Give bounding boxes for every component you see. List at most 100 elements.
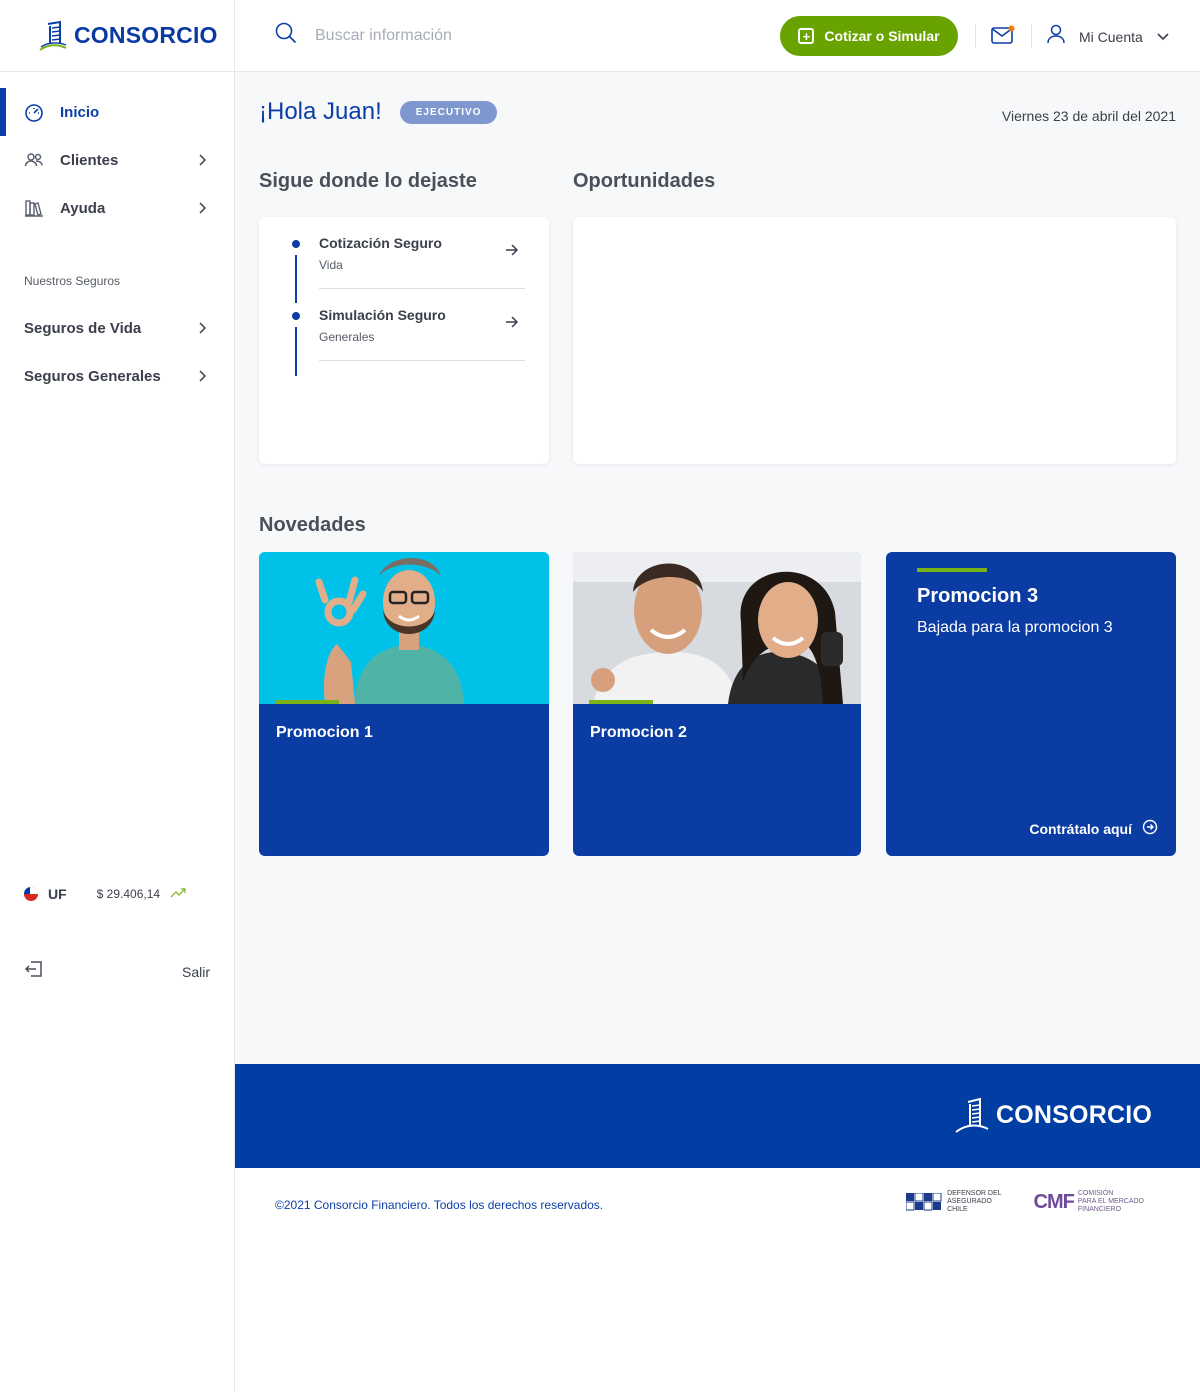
- cmf-logo-text: CMF: [1033, 1190, 1075, 1213]
- role-badge: EJECUTIVO: [399, 100, 498, 124]
- nav-item-ayuda[interactable]: Ayuda: [0, 184, 234, 232]
- dashboard-icon: [24, 102, 44, 122]
- contratalo-link[interactable]: Contrátalo aquí: [1029, 819, 1158, 838]
- resume-item-title: Cotización Seguro: [319, 235, 442, 251]
- arrow-right-icon: [505, 315, 521, 331]
- greeting-title: ¡Hola Juan!: [259, 98, 382, 125]
- resume-item[interactable]: Cotización Seguro Vida: [319, 217, 525, 289]
- mail-notification-icon[interactable]: [991, 25, 1015, 45]
- search-input[interactable]: [315, 26, 615, 45]
- greeting: ¡Hola Juan! EJECUTIVO: [259, 98, 498, 126]
- nav-item-seguros-vida[interactable]: Seguros de Vida: [0, 304, 234, 352]
- uf-value: $ 29.406,14: [96, 887, 161, 901]
- footer-bottom: ©2021 Consorcio Financiero. Todos los de…: [235, 1168, 1200, 1240]
- search-bar: [275, 22, 695, 49]
- cmf-text: COMISIÓN PARA EL MERCADO FINANCIERO: [1078, 1190, 1144, 1214]
- promo-card-2[interactable]: Promocion 2: [573, 552, 861, 856]
- timeline-line: [295, 327, 297, 376]
- consorcio-logo[interactable]: CONSORCIO: [0, 0, 234, 72]
- promo-accent-bar: [589, 700, 653, 704]
- nav-item-seguros-generales[interactable]: Seguros Generales: [0, 352, 234, 400]
- chevron-down-icon: [1157, 28, 1169, 46]
- resume-card: Cotización Seguro Vida Simulación Seguro…: [259, 217, 549, 464]
- promo-3-title: Promocion 3: [917, 585, 1039, 607]
- logo-text: CONSORCIO: [74, 22, 218, 48]
- footer-band: CONSORCIO: [235, 1064, 1200, 1168]
- main-content: ¡Hola Juan! EJECUTIVO Viernes 23 de abri…: [235, 72, 1200, 1064]
- defensor-line: ASEGURADO: [947, 1198, 992, 1205]
- uf-label: UF: [48, 886, 67, 902]
- timeline-dot: [292, 312, 300, 320]
- section-title-seguros: Nuestros Seguros: [24, 274, 121, 288]
- promo-accent-bar: [275, 700, 339, 704]
- promo-card-1[interactable]: Promocion 1: [259, 552, 549, 856]
- promo-1-image: [259, 552, 549, 704]
- chevron-right-icon: [196, 369, 210, 383]
- cotizar-simular-label: Cotizar o Simular: [824, 28, 940, 44]
- logout-button[interactable]: Salir: [24, 960, 210, 983]
- sidebar: CONSORCIO Inicio Clientes Ayuda Nuestros…: [0, 0, 235, 1392]
- chevron-right-icon: [196, 153, 210, 167]
- logout-label: Salir: [181, 963, 210, 980]
- building-logo-icon: [955, 1097, 989, 1133]
- resume-item-subtitle: Vida: [319, 258, 343, 272]
- contratalo-label: Contrátalo aquí: [1029, 820, 1132, 837]
- account-menu[interactable]: Mi Cuenta: [1047, 24, 1169, 49]
- user-icon: [1047, 24, 1065, 49]
- nav-label-seguros-vida: Seguros de Vida: [24, 319, 142, 337]
- resume-section-title: Sigue donde lo dejaste: [259, 170, 477, 192]
- cmf-line: COMISIÓN: [1077, 1190, 1114, 1197]
- opportunities-section-title: Oportunidades: [573, 170, 716, 192]
- timeline-line: [295, 255, 297, 303]
- cotizar-simular-button[interactable]: + Cotizar o Simular: [780, 16, 958, 56]
- nav-label-clientes: Clientes: [60, 151, 119, 169]
- regulator-seals: DEFENSOR DEL ASEGURADO CHILE CMF COMISIÓ…: [906, 1190, 1144, 1214]
- resume-item[interactable]: Simulación Seguro Generales: [319, 289, 525, 361]
- plus-square-icon: +: [798, 28, 815, 44]
- building-logo-icon: [39, 20, 67, 51]
- chevron-right-icon: [196, 321, 210, 335]
- copyright-text: ©2021 Consorcio Financiero. Todos los de…: [275, 1198, 604, 1212]
- trend-up-icon: [170, 887, 186, 901]
- nav-label-ayuda: Ayuda: [60, 199, 106, 217]
- nav-item-inicio[interactable]: Inicio: [0, 88, 234, 136]
- footer-logo[interactable]: CONSORCIO: [954, 1096, 1152, 1134]
- header-divider: [1031, 24, 1032, 48]
- opportunities-card: [573, 217, 1176, 464]
- promo-3-subtitle: Bajada para la promocion 3: [917, 619, 1113, 636]
- promo-card-3[interactable]: Promocion 3 Bajada para la promocion 3 C…: [886, 552, 1176, 856]
- logout-icon: [24, 960, 44, 983]
- resume-item-subtitle: Generales: [319, 330, 375, 344]
- promo-2-title: Promocion 2: [590, 724, 687, 741]
- users-icon: [24, 150, 44, 170]
- chevron-right-icon: [196, 201, 210, 215]
- defensor-asegurado-logo[interactable]: DEFENSOR DEL ASEGURADO CHILE: [906, 1190, 1002, 1214]
- nav-item-clientes[interactable]: Clientes: [0, 136, 234, 184]
- defensor-line: DEFENSOR DEL: [947, 1190, 1002, 1197]
- news-section-title: Novedades: [259, 514, 366, 536]
- top-header: + Cotizar o Simular Mi Cuenta: [235, 0, 1200, 72]
- cmf-line: FINANCIERO: [1077, 1206, 1122, 1213]
- search-icon[interactable]: [275, 22, 297, 49]
- nav-label-seguros-generales: Seguros Generales: [24, 367, 161, 385]
- timeline-dot: [292, 240, 300, 248]
- current-date: Viernes 23 de abril del 2021: [1001, 108, 1176, 124]
- uf-indicator: UF $ 29.406,14: [24, 886, 186, 902]
- books-icon: [24, 198, 44, 218]
- arrow-right-icon: [505, 243, 521, 259]
- defensor-logo-icon: [906, 1193, 942, 1211]
- cmf-line: PARA EL MERCADO: [1077, 1198, 1144, 1205]
- defensor-text: DEFENSOR DEL ASEGURADO CHILE: [947, 1190, 1001, 1214]
- main-nav: Inicio Clientes Ayuda: [0, 72, 234, 232]
- footer-logo-text: CONSORCIO: [996, 1100, 1152, 1129]
- arrow-circle-right-icon: [1142, 819, 1158, 838]
- promo-2-image: [573, 552, 861, 704]
- account-label: Mi Cuenta: [1079, 28, 1143, 45]
- resume-item-title: Simulación Seguro: [319, 307, 446, 323]
- promo-accent-bar: [917, 568, 987, 572]
- chile-flag-icon: [24, 887, 38, 901]
- promo-1-title: Promocion 1: [276, 724, 373, 741]
- defensor-line: CHILE: [947, 1206, 968, 1213]
- cmf-logo[interactable]: CMF COMISIÓN PARA EL MERCADO FINANCIERO: [1034, 1190, 1144, 1214]
- header-divider: [975, 24, 976, 48]
